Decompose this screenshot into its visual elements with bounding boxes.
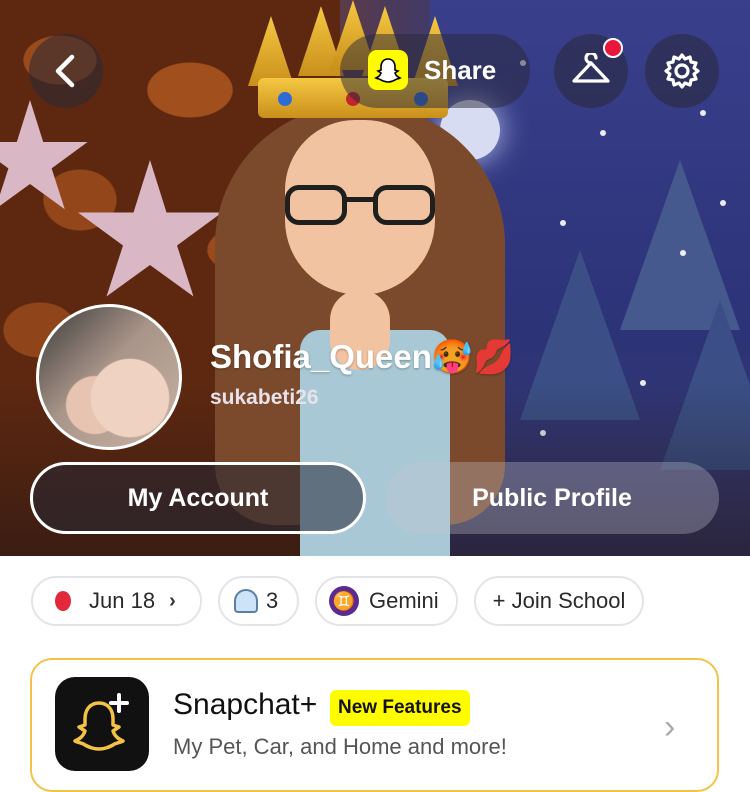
chevron-left-icon	[55, 54, 75, 88]
back-button[interactable]	[29, 34, 103, 108]
notification-dot	[603, 38, 623, 58]
snowflake	[680, 250, 686, 256]
friends-chip[interactable]: 3	[218, 576, 299, 626]
avatar-glasses	[285, 185, 435, 227]
snowflake	[720, 200, 726, 206]
snowflake	[600, 130, 606, 136]
friends-count: 3	[266, 588, 279, 613]
join-school-chip[interactable]: + Join School	[474, 576, 644, 626]
join-school-label: + Join School	[492, 588, 626, 613]
chevron-right-icon: ›	[664, 708, 676, 746]
snowflake	[700, 110, 706, 116]
snapchat-plus-subtitle: My Pet, Car, and Home and more!	[173, 734, 507, 759]
chevron-right-icon: ›	[169, 589, 176, 612]
snapchat-plus-title: Snapchat+	[173, 688, 318, 721]
new-features-badge: New Features	[330, 690, 470, 726]
birthday-chip[interactable]: Jun 18 ›	[31, 576, 202, 626]
gemini-icon: ♊	[329, 586, 359, 616]
zodiac-label: Gemini	[369, 588, 439, 613]
username: sukabeti26	[210, 386, 319, 409]
birthday-label: Jun 18	[89, 588, 156, 613]
my-account-button[interactable]: My Account	[30, 462, 366, 534]
hanger-icon	[572, 53, 610, 83]
snowflake	[560, 220, 566, 226]
display-name: Shofia_Queen🥵💋	[210, 338, 515, 375]
zodiac-chip[interactable]: ♊ Gemini	[315, 576, 458, 626]
profile-photo[interactable]	[36, 304, 182, 450]
gear-icon	[664, 53, 700, 89]
snapcode-icon[interactable]	[368, 50, 408, 90]
ghost-icon	[234, 589, 258, 613]
balloon-icon	[55, 591, 71, 611]
settings-button[interactable]	[645, 34, 719, 108]
public-profile-button[interactable]: Public Profile	[385, 462, 719, 534]
snapchat-plus-icon	[55, 677, 149, 771]
share-label: Share	[424, 55, 497, 85]
